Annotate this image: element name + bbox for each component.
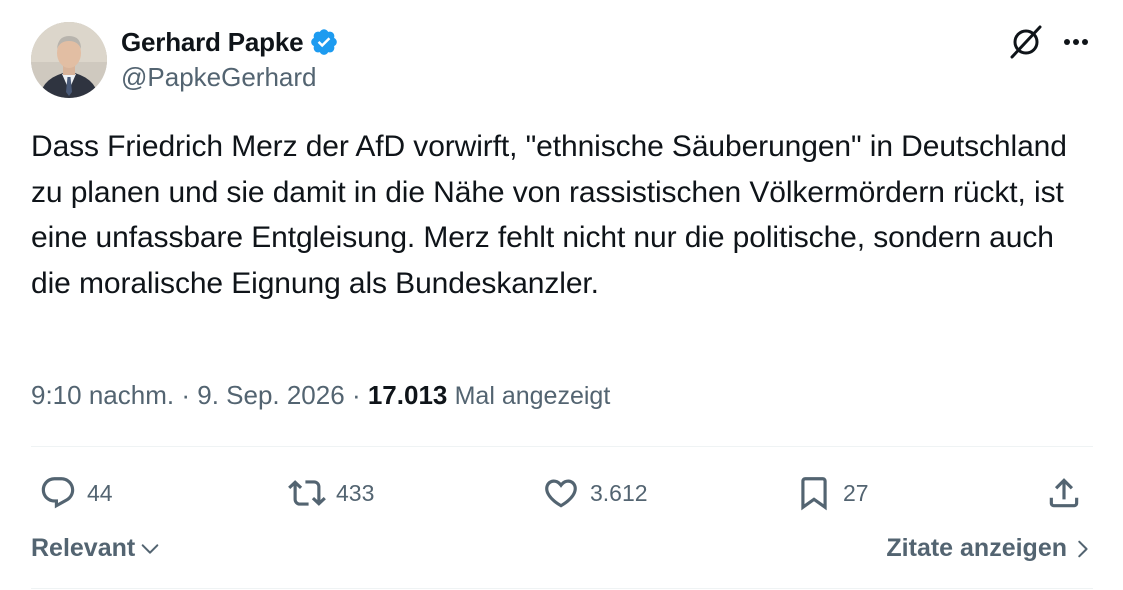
like-count: 3.612 (590, 479, 648, 506)
verified-badge-icon[interactable] (309, 27, 339, 57)
repost-count: 433 (336, 479, 375, 506)
meta-separator: · (351, 380, 361, 410)
view-count-label: Mal angezeigt (454, 382, 611, 410)
reply-icon (41, 477, 75, 509)
repost-icon (288, 480, 326, 506)
view-quotes-link[interactable]: Zitate anzeigen (886, 534, 1093, 563)
tweet-text: Dass Friedrich Merz der AfD vorwirft, "e… (31, 130, 1067, 300)
sort-replies-dropdown[interactable]: Relevant (31, 534, 161, 563)
view-count: 17.013 (367, 380, 448, 410)
author-block: Gerhard Papke @PapkeGerhard (121, 24, 339, 93)
repost-button[interactable]: 433 (288, 470, 374, 516)
action-bar: 44 433 3.612 27 (31, 470, 1093, 516)
bookmark-icon (801, 477, 827, 511)
bookmark-count: 27 (843, 479, 869, 506)
bookmark-button[interactable]: 27 (795, 470, 869, 516)
chevron-right-icon (1078, 540, 1088, 557)
more-icon[interactable] (1056, 26, 1096, 58)
divider (31, 588, 1093, 589)
reply-footer: Relevant Zitate anzeigen (31, 534, 1093, 570)
tweet-meta: 9:10 nachm. · 9. Sep. 2026 · 17.013 Mal … (31, 380, 610, 411)
tweet-time[interactable]: 9:10 nachm. (31, 380, 174, 410)
avatar[interactable] (31, 22, 107, 98)
author-handle[interactable]: @PapkeGerhard (121, 62, 339, 93)
tweet-date[interactable]: 9. Sep. 2026 (197, 380, 344, 410)
like-button[interactable]: 3.612 (542, 470, 648, 516)
view-quotes-label: Zitate anzeigen (886, 534, 1067, 562)
divider (31, 446, 1093, 447)
reply-button[interactable]: 44 (39, 470, 113, 516)
chevron-down-icon (141, 543, 159, 554)
meta-separator: · (181, 380, 190, 410)
share-button[interactable] (1045, 470, 1083, 516)
like-icon (545, 479, 577, 508)
reply-count: 44 (87, 479, 113, 506)
tweet-header: Gerhard Papke @PapkeGerhard (31, 22, 1093, 100)
share-icon (1049, 478, 1079, 508)
grok-icon[interactable] (1006, 22, 1046, 62)
avatar-image (31, 22, 107, 98)
display-name[interactable]: Gerhard Papke (121, 27, 304, 58)
sort-label: Relevant (31, 534, 136, 562)
name-row: Gerhard Papke (121, 24, 339, 60)
